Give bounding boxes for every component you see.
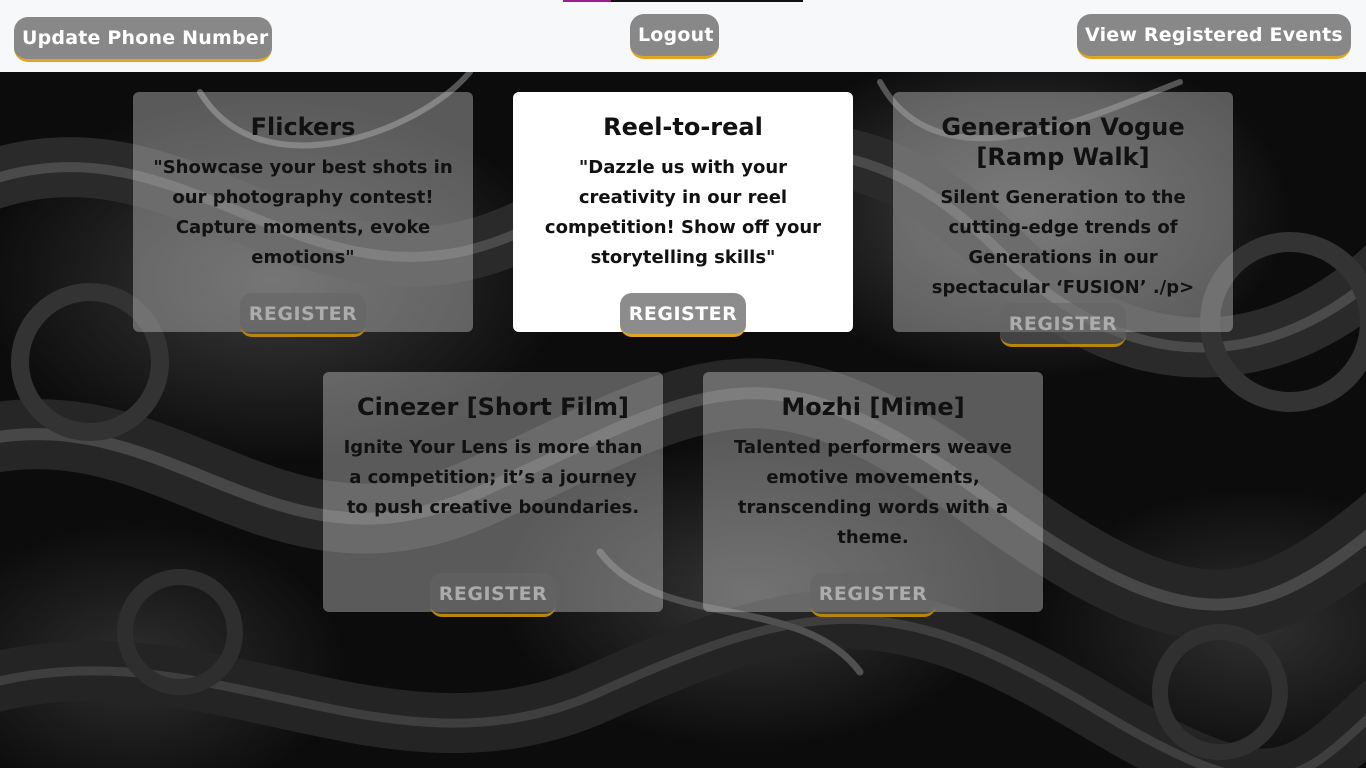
register-button[interactable]: REGISTER: [1000, 303, 1126, 347]
event-title: Cinezer [Short Film]: [357, 393, 629, 421]
event-description: "Showcase your best shots in our photogr…: [153, 157, 453, 268]
event-card-mozhi: Mozhi [Mime] Talented performers weave e…: [703, 372, 1043, 617]
top-bar: Update Phone Number Logout View Register…: [0, 0, 1366, 72]
event-description: Talented performers weave emotive moveme…: [733, 437, 1013, 548]
event-card-reel-to-real: Reel-to-real "Dazzle us with your creati…: [513, 92, 853, 337]
event-title: Mozhi [Mime]: [781, 393, 965, 421]
register-button[interactable]: REGISTER: [810, 573, 936, 617]
register-button[interactable]: REGISTER: [430, 573, 556, 617]
event-description: "Dazzle us with your creativity in our r…: [544, 157, 822, 268]
event-card-flickers: Flickers "Showcase your best shots in ou…: [133, 92, 473, 337]
logout-button[interactable]: Logout: [630, 14, 719, 59]
event-title: Generation Vogue [Ramp Walk]: [941, 113, 1185, 171]
update-phone-button[interactable]: Update Phone Number: [14, 17, 272, 62]
accent-line: [563, 0, 803, 2]
event-description: Silent Generation to the cutting-edge tr…: [931, 187, 1195, 298]
register-button[interactable]: REGISTER: [240, 293, 366, 337]
event-card-cinezer: Cinezer [Short Film] Ignite Your Lens is…: [323, 372, 663, 617]
event-title: Reel-to-real: [603, 113, 763, 141]
event-title: Flickers: [250, 113, 356, 141]
view-registered-events-button[interactable]: View Registered Events: [1077, 14, 1351, 59]
event-card-generation-vogue: Generation Vogue [Ramp Walk] Silent Gene…: [893, 92, 1233, 347]
event-description: Ignite Your Lens is more than a competit…: [343, 437, 643, 518]
register-button[interactable]: REGISTER: [620, 293, 746, 337]
